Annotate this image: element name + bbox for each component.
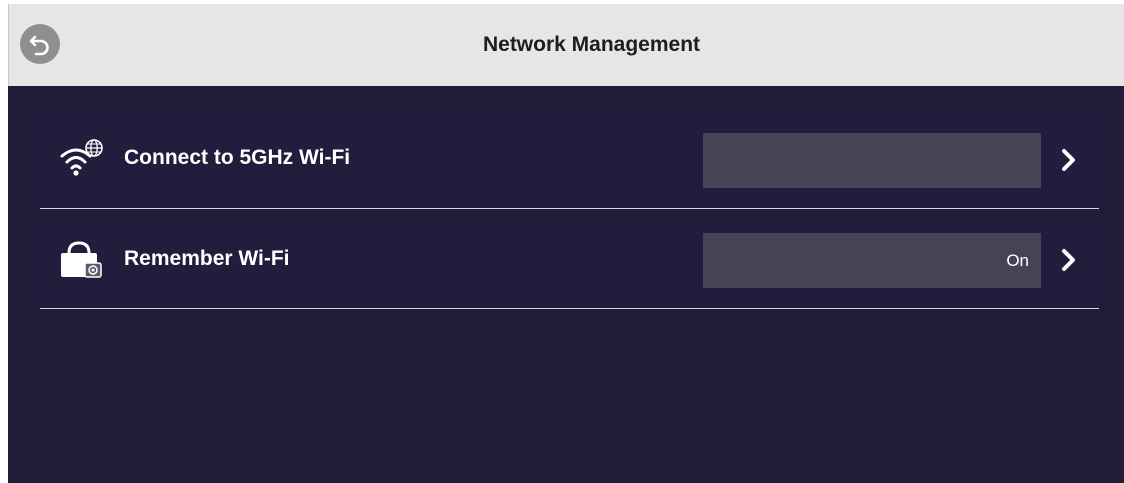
row-label: Connect to 5GHz Wi-Fi <box>124 146 351 169</box>
row-value-box[interactable] <box>703 133 1041 188</box>
lock-bag-icon <box>61 241 102 278</box>
chevron-right-icon[interactable] <box>1058 147 1080 173</box>
chevron-right-icon[interactable] <box>1058 247 1080 273</box>
page-title: Network Management <box>482 33 701 56</box>
settings-list: Connect to 5GHz Wi-Fi Remember Wi-Fi On <box>40 108 1099 309</box>
list-item-connect-5ghz[interactable]: Connect to 5GHz Wi-Fi <box>40 108 1099 209</box>
list-item-remember-wifi[interactable]: Remember Wi-Fi On <box>40 209 1099 309</box>
app-window: Network Management Connect to 5GHz Wi-Fi <box>8 4 1124 483</box>
wifi-globe-icon <box>60 139 103 176</box>
row-value-box[interactable]: On <box>703 233 1041 288</box>
row-label: Remember Wi-Fi <box>124 247 290 270</box>
header-bar: Network Management <box>8 4 1124 86</box>
